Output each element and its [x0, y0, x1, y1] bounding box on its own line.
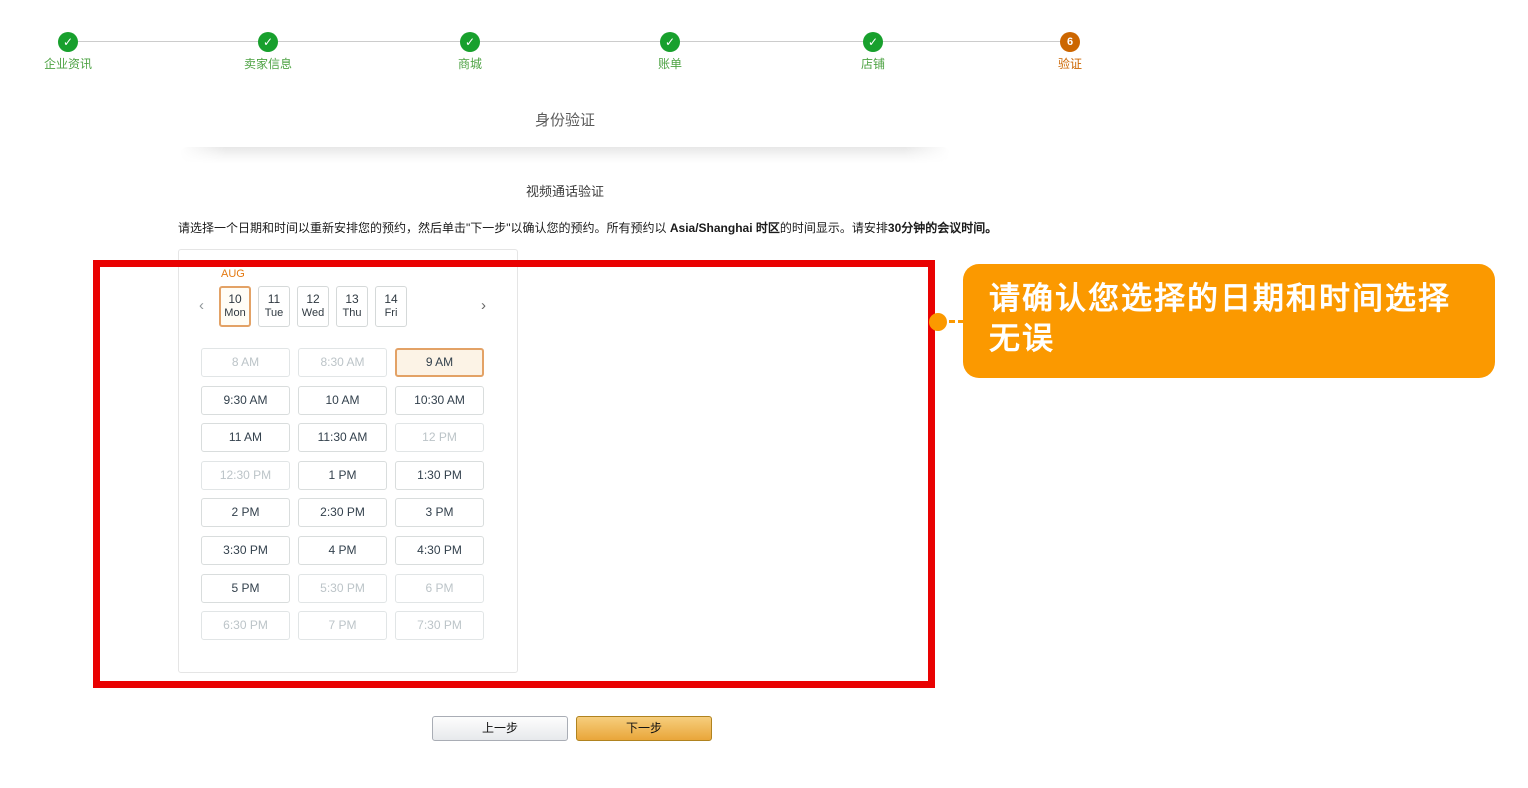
time-slot-3-30-pm[interactable]: 3:30 PM — [201, 536, 290, 565]
date-option-14[interactable]: 14Fri — [375, 286, 407, 327]
date-weekday: Thu — [337, 307, 367, 319]
time-slot-2-pm[interactable]: 2 PM — [201, 498, 290, 527]
time-slot-9-30-am[interactable]: 9:30 AM — [201, 386, 290, 415]
time-slot-12-pm: 12 PM — [395, 423, 484, 452]
time-slot-12-30-pm: 12:30 PM — [201, 461, 290, 490]
time-slot-5-pm[interactable]: 5 PM — [201, 574, 290, 603]
time-slot-9-am[interactable]: 9 AM — [395, 348, 484, 377]
prev-dates-chevron-icon[interactable]: ‹ — [199, 298, 204, 314]
date-weekday: Mon — [221, 307, 249, 319]
callout-line-1: 请确认您选择的日期和时间选择 — [989, 279, 1469, 319]
progress-stepper: ✓ 企业资讯 ✓ 卖家信息 ✓ 商城 ✓ 账单 ✓ 店铺 6 验证 — [0, 0, 1528, 80]
stepper-step-4: ✓ 账单 — [610, 32, 730, 72]
date-number: 10 — [221, 292, 249, 306]
date-list: 10Mon11Tue12Wed13Thu14Fri — [219, 286, 407, 327]
time-slot-10-am[interactable]: 10 AM — [298, 386, 387, 415]
time-slot-4-30-pm[interactable]: 4:30 PM — [395, 536, 484, 565]
time-slot-6-pm: 6 PM — [395, 574, 484, 603]
check-icon: ✓ — [58, 32, 78, 52]
date-weekday: Wed — [298, 307, 328, 319]
registration-verification-page: ✓ 企业资讯 ✓ 卖家信息 ✓ 商城 ✓ 账单 ✓ 店铺 6 验证 身份验证 视频通话验证 请选择一个… — [0, 0, 1528, 788]
time-slot-7-30-pm: 7:30 PM — [395, 611, 484, 640]
time-slot-2-30-pm[interactable]: 2:30 PM — [298, 498, 387, 527]
time-slot-11-am[interactable]: 11 AM — [201, 423, 290, 452]
month-label: AUG — [221, 268, 245, 280]
next-dates-chevron-icon[interactable]: › — [481, 298, 486, 314]
stepper-step-3: ✓ 商城 — [410, 32, 530, 72]
check-icon: ✓ — [258, 32, 278, 52]
next-step-button[interactable]: 下一步 — [576, 716, 712, 741]
annotation-connector-dot — [929, 313, 947, 331]
annotation-connector-dash — [949, 320, 964, 323]
stepper-step-6: 6 验证 — [1010, 32, 1130, 72]
date-weekday: Fri — [376, 307, 406, 319]
time-slot-4-pm[interactable]: 4 PM — [298, 536, 387, 565]
date-option-13[interactable]: 13Thu — [336, 286, 368, 327]
date-number: 12 — [298, 292, 328, 306]
date-option-12[interactable]: 12Wed — [297, 286, 329, 327]
time-slot-7-pm: 7 PM — [298, 611, 387, 640]
stepper-step-5: ✓ 店铺 — [813, 32, 933, 72]
section-divider-bar — [180, 147, 950, 163]
time-slot-1-30-pm[interactable]: 1:30 PM — [395, 461, 484, 490]
time-slot-3-pm[interactable]: 3 PM — [395, 498, 484, 527]
step-label: 账单 — [610, 55, 730, 72]
step-label: 验证 — [1010, 55, 1130, 72]
time-slot-1-pm[interactable]: 1 PM — [298, 461, 387, 490]
instruction-text: 请选择一个日期和时间以重新安排您的预约，然后单击"下一步"以确认您的预约。所有预… — [178, 221, 670, 235]
check-icon: ✓ — [660, 32, 680, 52]
step-label: 企业资讯 — [8, 55, 128, 72]
step-label: 商城 — [410, 55, 530, 72]
time-slot-grid: 8 AM 8:30 AM 9 AM 9:30 AM 10 AM 10:30 AM 11 AM… — [201, 348, 484, 640]
previous-step-button[interactable]: 上一步 — [432, 716, 568, 741]
stepper-step-1: ✓ 企业资讯 — [8, 32, 128, 72]
step-label: 店铺 — [813, 55, 933, 72]
instruction-timezone: Asia/Shanghai 时区 — [670, 221, 780, 235]
annotation-callout: 请确认您选择的日期和时间选择 无误 — [963, 264, 1495, 378]
section-title: 视频通话验证 — [180, 181, 950, 200]
step-number-badge: 6 — [1060, 32, 1080, 52]
time-slot-8-am: 8 AM — [201, 348, 290, 377]
check-icon: ✓ — [863, 32, 883, 52]
time-slot-5-30-pm: 5:30 PM — [298, 574, 387, 603]
date-option-11[interactable]: 11Tue — [258, 286, 290, 327]
date-number: 14 — [376, 292, 406, 306]
time-slot-6-30-pm: 6:30 PM — [201, 611, 290, 640]
appointment-scheduler-card: AUG ‹ 10Mon11Tue12Wed13Thu14Fri › 8 AM8:… — [178, 249, 518, 673]
date-number: 11 — [259, 292, 289, 306]
time-slot-8-30-am: 8:30 AM — [298, 348, 387, 377]
scheduling-instruction: 请选择一个日期和时间以重新安排您的预约，然后单击"下一步"以确认您的预约。所有预… — [178, 219, 997, 236]
check-icon: ✓ — [460, 32, 480, 52]
instruction-text-middle: 的时间显示。请安排 — [780, 221, 888, 235]
date-option-10[interactable]: 10Mon — [219, 286, 251, 327]
step-label: 卖家信息 — [208, 55, 328, 72]
date-weekday: Tue — [259, 307, 289, 319]
footer-buttons: 上一步 下一步 — [432, 716, 712, 741]
callout-line-2: 无误 — [989, 319, 1469, 359]
stepper-step-2: ✓ 卖家信息 — [208, 32, 328, 72]
time-slot-11-30-am[interactable]: 11:30 AM — [298, 423, 387, 452]
instruction-duration: 30分钟的会议时间。 — [888, 221, 997, 235]
date-number: 13 — [337, 292, 367, 306]
page-title: 身份验证 — [180, 109, 950, 130]
time-slot-10-30-am[interactable]: 10:30 AM — [395, 386, 484, 415]
